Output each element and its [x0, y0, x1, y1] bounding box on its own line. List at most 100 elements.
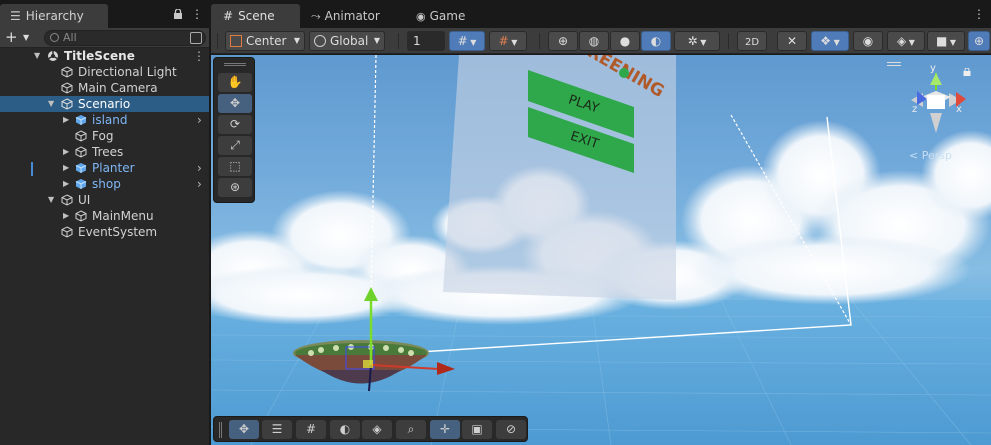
- gizmos-button[interactable]: ⊕: [968, 31, 990, 51]
- layers-button[interactable]: ◈ ▼: [887, 31, 925, 51]
- gamepad-icon: ◉: [416, 10, 426, 23]
- navigation-overlay-button[interactable]: ✛: [430, 420, 460, 439]
- transform-tool-button[interactable]: ⊛: [218, 178, 252, 197]
- list-item[interactable]: ▶ island ›: [0, 112, 209, 128]
- scale-tool-button[interactable]: ⤢: [218, 136, 252, 155]
- unlit-icon: ●: [619, 34, 631, 48]
- chevron-down-icon: ▼: [906, 38, 915, 47]
- list-item[interactable]: ▶ MainMenu: [0, 208, 209, 224]
- more-icon[interactable]: ⋮: [193, 48, 205, 64]
- tab-animator[interactable]: ⤳ Animator: [311, 4, 380, 28]
- shading-overlay-button[interactable]: ◐: [330, 420, 360, 439]
- camera-icon: ▣: [471, 422, 483, 436]
- camera-button[interactable]: ■ ▼: [927, 31, 965, 51]
- effects-icon: ❖: [820, 34, 832, 48]
- scene-viewport[interactable]: GREENING PLAY EXIT y z x < Persp ✋ ✥ ⟳ ⤢…: [211, 55, 991, 445]
- list-item[interactable]: ▶ shop ›: [0, 176, 209, 192]
- hand-tool-button[interactable]: ✋: [218, 73, 252, 92]
- list-item[interactable]: ▼ Scenario: [0, 96, 209, 112]
- pivot-rotation-dropdown[interactable]: Global ▼: [309, 31, 385, 51]
- move-tool-button[interactable]: ✥: [218, 94, 252, 113]
- visibility-button[interactable]: ◉: [853, 31, 883, 51]
- toggle-2d-button[interactable]: 2D: [737, 31, 767, 51]
- overlay-grip[interactable]: [224, 63, 246, 66]
- camera-mode-toggle[interactable]: < Persp: [909, 149, 952, 162]
- lock-icon[interactable]: [173, 9, 183, 19]
- more-icon[interactable]: ⋮: [191, 7, 203, 21]
- chevron-right-icon[interactable]: ›: [197, 176, 202, 192]
- settings-overlay-button[interactable]: ☰: [262, 420, 292, 439]
- hierarchy-item-label: MainMenu: [92, 209, 154, 223]
- wireframe-button[interactable]: ⊕: [548, 31, 578, 51]
- add-button[interactable]: +: [5, 29, 18, 45]
- fold-down-icon[interactable]: ▼: [48, 96, 54, 112]
- fold-right-icon[interactable]: ▶: [63, 176, 69, 192]
- debug-draw-button[interactable]: ✲ ▼: [674, 31, 720, 51]
- camera-overlay-button[interactable]: ▣: [462, 420, 492, 439]
- fold-right-icon[interactable]: ▶: [63, 208, 69, 224]
- chevron-down-icon: ▼: [467, 38, 477, 47]
- move-icon: ✥: [229, 96, 241, 110]
- layers-icon: ◈: [897, 34, 907, 48]
- list-item[interactable]: Main Camera: [0, 80, 209, 96]
- fold-right-icon[interactable]: ▶: [63, 160, 69, 176]
- grid-visibility-button[interactable]: # ▼: [449, 31, 485, 51]
- rotate-tool-button[interactable]: ⟳: [218, 115, 252, 134]
- pivot-mode-label: Center: [246, 34, 287, 48]
- overlay-menu-icon[interactable]: [887, 62, 901, 66]
- snap-increment-button[interactable]: # ▼: [489, 31, 527, 51]
- chevron-down-icon: ▼: [697, 38, 707, 47]
- grid-overlay-button[interactable]: #: [296, 420, 326, 439]
- list-item[interactable]: Directional Light: [0, 64, 209, 80]
- tab-game[interactable]: ◉ Game: [416, 4, 465, 28]
- search-overlay-button[interactable]: ⌕: [396, 420, 426, 439]
- fold-right-icon[interactable]: ▶: [63, 144, 69, 160]
- layers-overlay-button[interactable]: ◈: [362, 420, 392, 439]
- snap-icon: #: [498, 34, 509, 48]
- more-icon[interactable]: ⋮: [973, 7, 985, 21]
- tab-hierarchy[interactable]: ☰ Hierarchy: [0, 4, 108, 28]
- fold-down-icon[interactable]: ▼: [34, 48, 40, 64]
- move-overlay-button[interactable]: ✥: [229, 420, 259, 439]
- list-item[interactable]: ▼ TitleScene ⋮: [0, 48, 209, 64]
- search-input[interactable]: All: [44, 30, 206, 46]
- move-icon: ✥: [238, 422, 250, 436]
- effects-button[interactable]: ❖ ▼: [811, 31, 849, 51]
- lighting-button[interactable]: ✕: [777, 31, 807, 51]
- shaded-wireframe-button[interactable]: ◍: [579, 31, 609, 51]
- list-item[interactable]: ▶ Trees: [0, 144, 209, 160]
- shaded-icon: ◐: [650, 34, 662, 48]
- toolbar-divider: [539, 33, 540, 49]
- search-type-icon[interactable]: [190, 32, 202, 44]
- sliders-icon: ☰: [271, 422, 283, 436]
- search-icon: ⌕: [407, 422, 415, 436]
- compass-overlay-button[interactable]: ⊘: [496, 420, 526, 439]
- pivot-mode-dropdown[interactable]: Center ▼: [225, 31, 305, 51]
- unlit-button[interactable]: ●: [610, 31, 640, 51]
- fold-down-icon[interactable]: ▼: [48, 192, 54, 208]
- gameobject-icon: [75, 130, 87, 142]
- axis-z-label: z: [912, 104, 918, 115]
- list-item[interactable]: EventSystem: [0, 224, 209, 240]
- chevron-right-icon[interactable]: ›: [197, 160, 202, 176]
- prefab-icon: [75, 115, 87, 125]
- chevron-down-icon[interactable]: ▼: [23, 33, 29, 42]
- hierarchy-item-label: TitleScene: [64, 49, 135, 63]
- list-item[interactable]: Fog: [0, 128, 209, 144]
- rect-tool-button[interactable]: ⬚: [218, 157, 252, 176]
- compass-icon: ⊘: [505, 422, 517, 436]
- light-icon: ✕: [786, 34, 798, 48]
- lock-icon[interactable]: [963, 68, 971, 76]
- hierarchy-item-label: UI: [78, 193, 91, 207]
- list-item[interactable]: ▼ UI: [0, 192, 209, 208]
- search-placeholder: All: [63, 31, 77, 44]
- tab-scene[interactable]: # Scene: [211, 4, 300, 28]
- toolbar-divider: [728, 33, 729, 49]
- prefab-icon: [75, 179, 87, 189]
- grid-snap-input[interactable]: 1: [407, 31, 445, 51]
- fold-right-icon[interactable]: ▶: [63, 112, 69, 128]
- prefab-icon: [75, 163, 87, 173]
- shaded-button[interactable]: ◐: [641, 31, 671, 51]
- chevron-right-icon[interactable]: ›: [197, 112, 202, 128]
- overlay-grip[interactable]: [219, 422, 222, 438]
